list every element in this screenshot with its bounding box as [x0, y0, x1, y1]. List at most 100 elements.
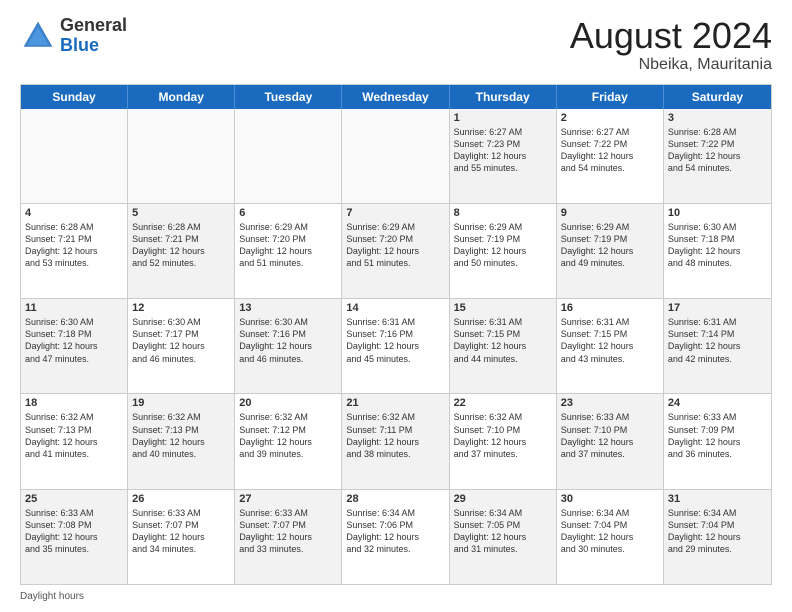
day-info: Sunrise: 6:31 AM Sunset: 7:15 PM Dayligh…	[561, 316, 659, 365]
day-info: Sunrise: 6:32 AM Sunset: 7:13 PM Dayligh…	[25, 411, 123, 460]
day-info: Sunrise: 6:33 AM Sunset: 7:10 PM Dayligh…	[561, 411, 659, 460]
day-number: 6	[239, 207, 337, 219]
day-number: 2	[561, 112, 659, 124]
calendar-day-25: 25Sunrise: 6:33 AM Sunset: 7:08 PM Dayli…	[21, 490, 128, 584]
calendar-day-22: 22 Sunrise: 6:32 AM Sunset: 7:10 PM Dayli…	[450, 394, 557, 488]
calendar-week-3: 11Sunrise: 6:30 AM Sunset: 7:18 PM Dayli…	[21, 299, 771, 394]
calendar-day-14: 14 Sunrise: 6:31 AM Sunset: 7:16 PM Dayli…	[342, 299, 449, 393]
day-number: 4	[25, 207, 123, 219]
header-day-monday: Monday	[128, 85, 235, 109]
calendar-day-11: 11Sunrise: 6:30 AM Sunset: 7:18 PM Dayli…	[21, 299, 128, 393]
day-number: 13	[239, 302, 337, 314]
logo-text: General Blue	[60, 16, 127, 56]
calendar-day-23: 23 Sunrise: 6:33 AM Sunset: 7:10 PM Dayli…	[557, 394, 664, 488]
calendar-week-5: 25Sunrise: 6:33 AM Sunset: 7:08 PM Dayli…	[21, 490, 771, 584]
day-number: 28	[346, 493, 444, 505]
day-info: Sunrise: 6:29 AM Sunset: 7:19 PM Dayligh…	[561, 221, 659, 270]
logo-general: General	[60, 15, 127, 35]
day-info: Sunrise: 6:34 AM Sunset: 7:05 PM Dayligh…	[454, 507, 552, 556]
calendar-day-30: 30 Sunrise: 6:34 AM Sunset: 7:04 PM Dayli…	[557, 490, 664, 584]
day-number: 25	[25, 493, 123, 505]
calendar-header: SundayMondayTuesdayWednesdayThursdayFrid…	[21, 85, 771, 109]
calendar-day-17: 17Sunrise: 6:31 AM Sunset: 7:14 PM Dayli…	[664, 299, 771, 393]
day-number: 30	[561, 493, 659, 505]
header: General Blue August 2024 Nbeika, Maurita…	[20, 16, 772, 74]
logo-blue: Blue	[60, 35, 99, 55]
day-info: Sunrise: 6:34 AM Sunset: 7:04 PM Dayligh…	[561, 507, 659, 556]
day-info: Sunrise: 6:29 AM Sunset: 7:20 PM Dayligh…	[346, 221, 444, 270]
day-number: 17	[668, 302, 767, 314]
day-number: 12	[132, 302, 230, 314]
day-number: 10	[668, 207, 767, 219]
day-info: Sunrise: 6:32 AM Sunset: 7:10 PM Dayligh…	[454, 411, 552, 460]
calendar-day-15: 15Sunrise: 6:31 AM Sunset: 7:15 PM Dayli…	[450, 299, 557, 393]
calendar-day-31: 31Sunrise: 6:34 AM Sunset: 7:04 PM Dayli…	[664, 490, 771, 584]
calendar-day-26: 26 Sunrise: 6:33 AM Sunset: 7:07 PM Dayli…	[128, 490, 235, 584]
calendar-day-10: 10Sunrise: 6:30 AM Sunset: 7:18 PM Dayli…	[664, 204, 771, 298]
calendar-day-9: 9 Sunrise: 6:29 AM Sunset: 7:19 PM Daylig…	[557, 204, 664, 298]
calendar-day-20: 20 Sunrise: 6:32 AM Sunset: 7:12 PM Dayli…	[235, 394, 342, 488]
calendar-body: 1 Sunrise: 6:27 AM Sunset: 7:23 PM Daylig…	[21, 109, 771, 584]
day-info: Sunrise: 6:33 AM Sunset: 7:07 PM Dayligh…	[239, 507, 337, 556]
month-year: August 2024	[570, 16, 772, 56]
day-number: 26	[132, 493, 230, 505]
day-number: 23	[561, 397, 659, 409]
day-info: Sunrise: 6:30 AM Sunset: 7:16 PM Dayligh…	[239, 316, 337, 365]
calendar-day-3: 3Sunrise: 6:28 AM Sunset: 7:22 PM Daylig…	[664, 109, 771, 203]
header-day-saturday: Saturday	[664, 85, 771, 109]
header-day-friday: Friday	[557, 85, 664, 109]
day-number: 3	[668, 112, 767, 124]
calendar-day-18: 18 Sunrise: 6:32 AM Sunset: 7:13 PM Dayli…	[21, 394, 128, 488]
logo-icon	[20, 18, 56, 54]
calendar-day-1: 1 Sunrise: 6:27 AM Sunset: 7:23 PM Daylig…	[450, 109, 557, 203]
day-number: 9	[561, 207, 659, 219]
day-info: Sunrise: 6:27 AM Sunset: 7:23 PM Dayligh…	[454, 126, 552, 175]
empty-cell	[21, 109, 128, 203]
day-number: 1	[454, 112, 552, 124]
day-number: 22	[454, 397, 552, 409]
header-day-thursday: Thursday	[450, 85, 557, 109]
day-number: 29	[454, 493, 552, 505]
day-info: Sunrise: 6:28 AM Sunset: 7:21 PM Dayligh…	[25, 221, 123, 270]
calendar-day-19: 19Sunrise: 6:32 AM Sunset: 7:13 PM Dayli…	[128, 394, 235, 488]
day-number: 20	[239, 397, 337, 409]
header-day-sunday: Sunday	[21, 85, 128, 109]
day-info: Sunrise: 6:34 AM Sunset: 7:04 PM Dayligh…	[668, 507, 767, 556]
calendar: SundayMondayTuesdayWednesdayThursdayFrid…	[20, 84, 772, 585]
day-number: 21	[346, 397, 444, 409]
calendar-day-5: 5 Sunrise: 6:28 AM Sunset: 7:21 PM Daylig…	[128, 204, 235, 298]
day-info: Sunrise: 6:30 AM Sunset: 7:18 PM Dayligh…	[25, 316, 123, 365]
calendar-week-1: 1 Sunrise: 6:27 AM Sunset: 7:23 PM Daylig…	[21, 109, 771, 204]
page: General Blue August 2024 Nbeika, Maurita…	[0, 0, 792, 612]
day-info: Sunrise: 6:31 AM Sunset: 7:16 PM Dayligh…	[346, 316, 444, 365]
day-number: 24	[668, 397, 767, 409]
calendar-day-12: 12 Sunrise: 6:30 AM Sunset: 7:17 PM Dayli…	[128, 299, 235, 393]
day-info: Sunrise: 6:29 AM Sunset: 7:19 PM Dayligh…	[454, 221, 552, 270]
day-number: 19	[132, 397, 230, 409]
day-number: 18	[25, 397, 123, 409]
day-info: Sunrise: 6:28 AM Sunset: 7:21 PM Dayligh…	[132, 221, 230, 270]
title-block: August 2024 Nbeika, Mauritania	[570, 16, 772, 74]
calendar-week-2: 4 Sunrise: 6:28 AM Sunset: 7:21 PM Daylig…	[21, 204, 771, 299]
day-number: 14	[346, 302, 444, 314]
day-info: Sunrise: 6:29 AM Sunset: 7:20 PM Dayligh…	[239, 221, 337, 270]
day-number: 27	[239, 493, 337, 505]
calendar-day-29: 29 Sunrise: 6:34 AM Sunset: 7:05 PM Dayli…	[450, 490, 557, 584]
calendar-day-16: 16Sunrise: 6:31 AM Sunset: 7:15 PM Dayli…	[557, 299, 664, 393]
day-info: Sunrise: 6:32 AM Sunset: 7:12 PM Dayligh…	[239, 411, 337, 460]
calendar-day-4: 4 Sunrise: 6:28 AM Sunset: 7:21 PM Daylig…	[21, 204, 128, 298]
calendar-day-8: 8 Sunrise: 6:29 AM Sunset: 7:19 PM Daylig…	[450, 204, 557, 298]
empty-cell	[128, 109, 235, 203]
day-info: Sunrise: 6:32 AM Sunset: 7:11 PM Dayligh…	[346, 411, 444, 460]
day-number: 5	[132, 207, 230, 219]
day-number: 8	[454, 207, 552, 219]
calendar-day-13: 13 Sunrise: 6:30 AM Sunset: 7:16 PM Dayli…	[235, 299, 342, 393]
header-day-tuesday: Tuesday	[235, 85, 342, 109]
logo: General Blue	[20, 16, 127, 56]
calendar-day-21: 21 Sunrise: 6:32 AM Sunset: 7:11 PM Dayli…	[342, 394, 449, 488]
empty-cell	[235, 109, 342, 203]
calendar-day-28: 28Sunrise: 6:34 AM Sunset: 7:06 PM Dayli…	[342, 490, 449, 584]
day-number: 15	[454, 302, 552, 314]
day-info: Sunrise: 6:30 AM Sunset: 7:17 PM Dayligh…	[132, 316, 230, 365]
day-info: Sunrise: 6:33 AM Sunset: 7:07 PM Dayligh…	[132, 507, 230, 556]
